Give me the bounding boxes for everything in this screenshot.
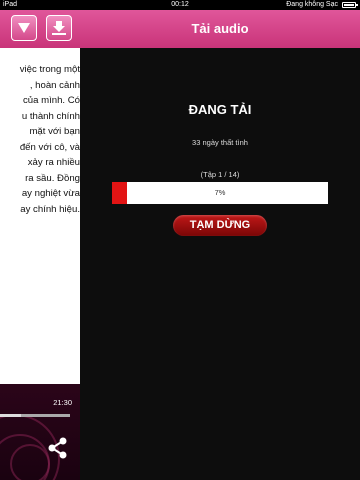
progress-percent: 7% [214,188,226,197]
episode-counter: (Tập 1 / 14) [200,170,240,179]
charging-status: Đang không Sạc [286,1,338,8]
player-bar: 21:30 [0,384,80,480]
panel-header: Tải audio [80,10,360,48]
text-line: mặt với bạn [29,126,80,137]
download-panel: Tải audio ĐANG TẢI 33 ngày thất tình (Tậ… [80,10,360,480]
book-title: 33 ngày thất tình [192,138,248,147]
text-line: ay nghiệt vừa [21,188,80,199]
text-line: xảy ra nhiều [27,157,80,168]
download-progress-bar: 7% [112,182,328,204]
share-button[interactable] [46,436,70,460]
share-icon [48,437,67,459]
playback-slider[interactable] [0,414,70,417]
reader-toolbar [0,10,80,48]
text-line: ay chính hiệu. [20,203,80,215]
panel-title: Tải audio [191,21,249,36]
text-line: của mình. Có [22,95,80,106]
playback-slider-fill [0,414,21,417]
collapse-button[interactable] [11,15,37,41]
text-line: ra sầu. Đồng [25,172,80,184]
text-line: u thành chính [21,110,80,122]
chevron-down-icon [18,23,30,33]
download-status: ĐANG TẢI [188,102,252,117]
text-line: , hoàn cảnh [29,79,80,91]
playback-time: 21:30 [53,398,72,407]
text-line: đến với cô, và [19,141,80,153]
book-text: việc trong một , hoàn cảnh của mình. Có … [0,62,80,217]
reader-pane: việc trong một , hoàn cảnh của mình. Có … [0,10,80,480]
battery-icon [342,2,358,8]
download-icon [52,21,66,35]
pause-button[interactable]: TẠM DỪNG [173,215,267,236]
text-line: việc trong một [19,64,80,75]
download-button[interactable] [46,15,72,41]
status-bar: iPad 00:12 Đang không Sạc [0,0,360,10]
